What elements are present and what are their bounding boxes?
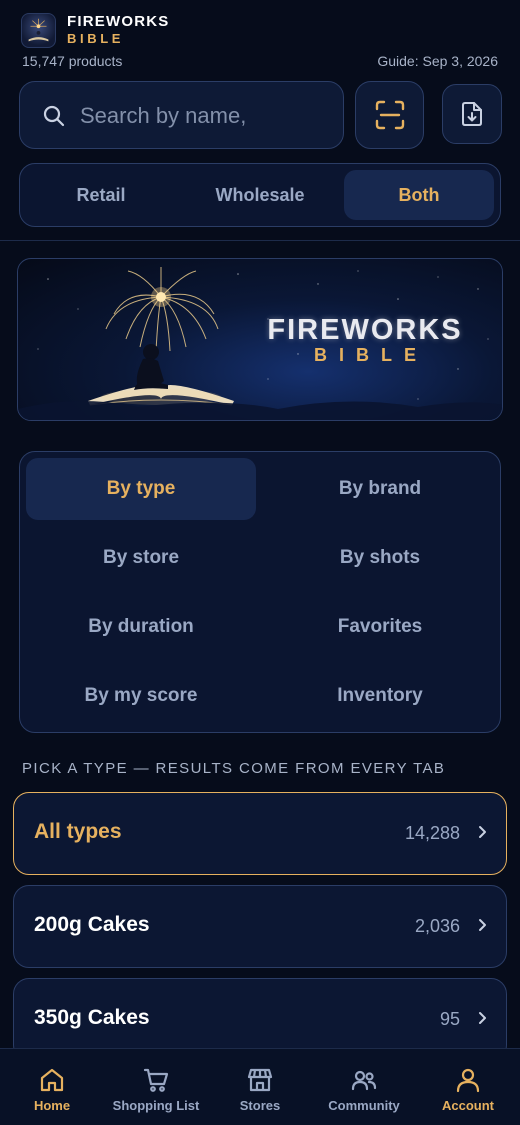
filter-by-store[interactable]: By store: [26, 527, 256, 589]
filter-inventory[interactable]: Inventory: [265, 665, 495, 727]
tab-stores[interactable]: Stores: [208, 1049, 312, 1125]
type-count: 14,288: [404, 823, 460, 843]
tab-shopping-list[interactable]: Shopping List: [104, 1049, 208, 1125]
segment-retail[interactable]: Retail: [26, 170, 176, 220]
type-name: 350g Cakes: [34, 1006, 150, 1029]
section-label: PICK A TYPE — RESULTS COME FROM EVERY TA…: [22, 760, 446, 777]
tab-label: Community: [328, 1098, 400, 1113]
type-name: 200g Cakes: [34, 913, 150, 936]
filter-by-my-score[interactable]: By my score: [26, 665, 256, 727]
segment-both[interactable]: Both: [344, 170, 494, 220]
tab-label: Home: [33, 1098, 71, 1113]
filter-by-shots[interactable]: By shots: [265, 527, 495, 589]
people-icon: [351, 1070, 377, 1091]
app-header: FIREWORKS BIBLE 15,747 products Guide: S…: [0, 0, 520, 241]
search-input[interactable]: [80, 96, 330, 136]
tab-label: Account: [442, 1098, 494, 1113]
scan-button[interactable]: [355, 81, 424, 149]
brand-subtitle: BIBLE: [67, 31, 124, 46]
type-name: All types: [34, 820, 122, 843]
guide-date: Guide: Sep 3, 2026: [377, 53, 498, 69]
chevron-right-icon: [479, 1012, 486, 1024]
tab-home[interactable]: Home: [0, 1049, 104, 1125]
user-icon: [456, 1068, 480, 1093]
filter-by-brand[interactable]: By brand: [265, 458, 495, 520]
app-logo: [21, 13, 56, 48]
search-icon: [43, 105, 65, 127]
scan-icon: [375, 100, 404, 130]
cart-icon: [143, 1068, 169, 1092]
tab-label: Stores: [239, 1098, 281, 1113]
price-mode-segment: Retail Wholesale Both: [19, 163, 501, 227]
search-box[interactable]: [19, 81, 344, 149]
type-count: 95: [439, 1009, 460, 1029]
type-row-200g-cakes[interactable]: 200g Cakes 2,036: [13, 885, 507, 968]
segment-wholesale[interactable]: Wholesale: [185, 170, 335, 220]
filter-grid: By type By brand By store By shots By du…: [19, 451, 501, 733]
tab-label: Shopping List: [112, 1098, 200, 1113]
home-icon: [40, 1068, 64, 1092]
type-count: 2,036: [414, 916, 460, 936]
filter-favorites[interactable]: Favorites: [265, 596, 495, 658]
product-count: 15,747 products: [22, 53, 123, 69]
brand-title: FIREWORKS: [67, 13, 170, 30]
filter-by-type[interactable]: By type: [26, 458, 256, 520]
export-button[interactable]: [442, 84, 502, 144]
type-row-all[interactable]: All types 14,288: [13, 792, 507, 875]
store-icon: [247, 1068, 273, 1092]
file-download-icon: [462, 102, 482, 126]
chevron-right-icon: [479, 826, 486, 838]
tab-account[interactable]: Account: [416, 1049, 520, 1125]
tab-community[interactable]: Community: [312, 1049, 416, 1125]
filter-by-duration[interactable]: By duration: [26, 596, 256, 658]
bottom-tab-bar: Home Shopping List Stores Community Acco…: [0, 1048, 520, 1125]
chevron-right-icon: [479, 919, 486, 931]
banner-subtitle: BIBLE: [314, 345, 428, 365]
banner-title: FIREWORKS: [267, 314, 463, 346]
